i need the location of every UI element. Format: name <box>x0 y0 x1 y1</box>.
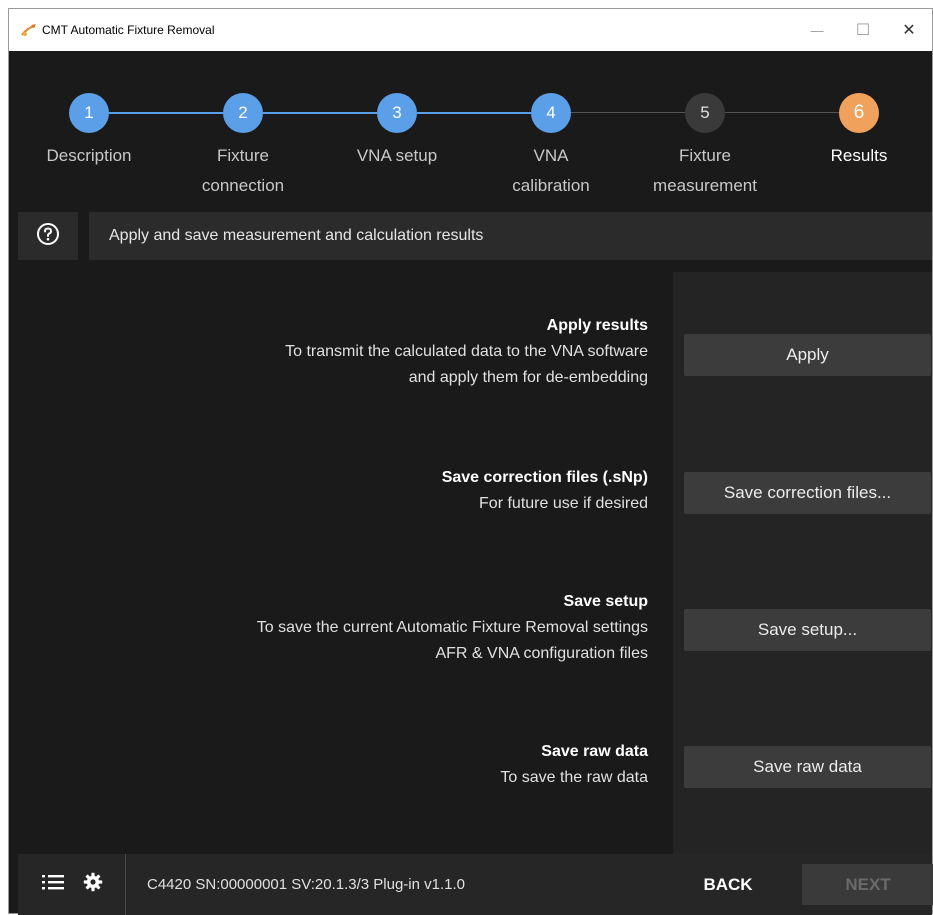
save-setup-button[interactable]: Save setup... <box>684 609 931 651</box>
step-circle: 2 <box>223 93 263 133</box>
step-circle: 6 <box>839 93 879 133</box>
maximize-button[interactable]: ☐ <box>840 9 886 51</box>
step-circle: 1 <box>69 93 109 133</box>
apply-results-section: Apply results To transmit the calculated… <box>285 313 648 391</box>
step-label-line: VNA <box>533 146 569 165</box>
close-button[interactable]: ✕ <box>886 9 932 51</box>
back-button[interactable]: BACK <box>682 864 774 905</box>
step-label: VNA setup <box>327 141 467 171</box>
list-icon[interactable] <box>41 872 65 897</box>
help-icon <box>36 222 60 251</box>
section-description: To save the current Automatic Fixture Re… <box>256 619 648 636</box>
section-description: and apply them for de-embedding <box>408 369 648 386</box>
step-circle: 5 <box>685 93 725 133</box>
step-label-line: Fixture <box>217 146 269 165</box>
step-label: Fixture connection <box>173 141 313 201</box>
info-message: Apply and save measurement and calculati… <box>89 212 932 260</box>
step-label: VNA calibration <box>481 141 621 201</box>
save-raw-data-section: Save raw data To save the raw data <box>500 739 648 791</box>
section-description: To transmit the calculated data to the V… <box>285 343 648 360</box>
section-description: For future use if desired <box>479 495 648 512</box>
apply-button[interactable]: Apply <box>684 334 931 376</box>
step-label-line: Fixture <box>679 146 731 165</box>
device-status: C4420 SN:00000001 SV:20.1.3/3 Plug-in v1… <box>147 876 466 893</box>
step-circle: 3 <box>377 93 417 133</box>
save-raw-data-button[interactable]: Save raw data <box>684 746 931 788</box>
step-results[interactable]: 6 Results <box>789 93 929 171</box>
title-bar: CMT Automatic Fixture Removal — ☐ ✕ <box>9 9 932 51</box>
section-description: AFR & VNA configuration files <box>435 645 648 662</box>
step-label: Fixture measurement <box>635 141 775 201</box>
section-heading: Apply results <box>546 317 648 334</box>
step-vna-calibration[interactable]: 4 VNA calibration <box>481 93 621 201</box>
section-heading: Save setup <box>563 593 648 610</box>
section-description: To save the raw data <box>500 769 648 786</box>
save-setup-section: Save setup To save the current Automatic… <box>257 589 648 667</box>
step-label-line: VNA setup <box>356 146 438 165</box>
step-description[interactable]: 1 Description <box>19 93 159 171</box>
step-label: Description <box>19 141 159 171</box>
gear-icon[interactable] <box>83 872 103 897</box>
wizard-stepper: 1 Description 2 Fixture connection 3 VNA… <box>9 51 932 209</box>
step-label-line: Description <box>46 146 132 165</box>
step-label-line: connection <box>201 176 285 195</box>
save-correction-files-section: Save correction files (.sNp) For future … <box>442 465 648 517</box>
step-label-line: calibration <box>512 176 590 195</box>
step-fixture-connection[interactable]: 2 Fixture connection <box>173 93 313 201</box>
footer-icons <box>18 854 126 915</box>
minimize-button[interactable]: — <box>794 9 840 51</box>
step-vna-setup[interactable]: 3 VNA setup <box>327 93 467 171</box>
step-label: Results <box>789 141 929 171</box>
save-correction-files-button[interactable]: Save correction files... <box>684 472 931 514</box>
window-controls: — ☐ ✕ <box>794 9 932 51</box>
step-circle: 4 <box>531 93 571 133</box>
help-button[interactable] <box>18 212 78 260</box>
app-window: CMT Automatic Fixture Removal — ☐ ✕ 1 De… <box>8 8 933 915</box>
footer-bar: C4420 SN:00000001 SV:20.1.3/3 Plug-in v1… <box>18 854 933 915</box>
app-icon <box>21 22 37 38</box>
step-label-line: Results <box>830 146 888 165</box>
window-title: CMT Automatic Fixture Removal <box>42 23 215 37</box>
step-fixture-measurement[interactable]: 5 Fixture measurement <box>635 93 775 201</box>
next-button[interactable]: NEXT <box>802 864 933 905</box>
section-heading: Save raw data <box>541 743 648 760</box>
section-heading: Save correction files (.sNp) <box>441 469 648 486</box>
step-label-line: measurement <box>653 176 757 195</box>
